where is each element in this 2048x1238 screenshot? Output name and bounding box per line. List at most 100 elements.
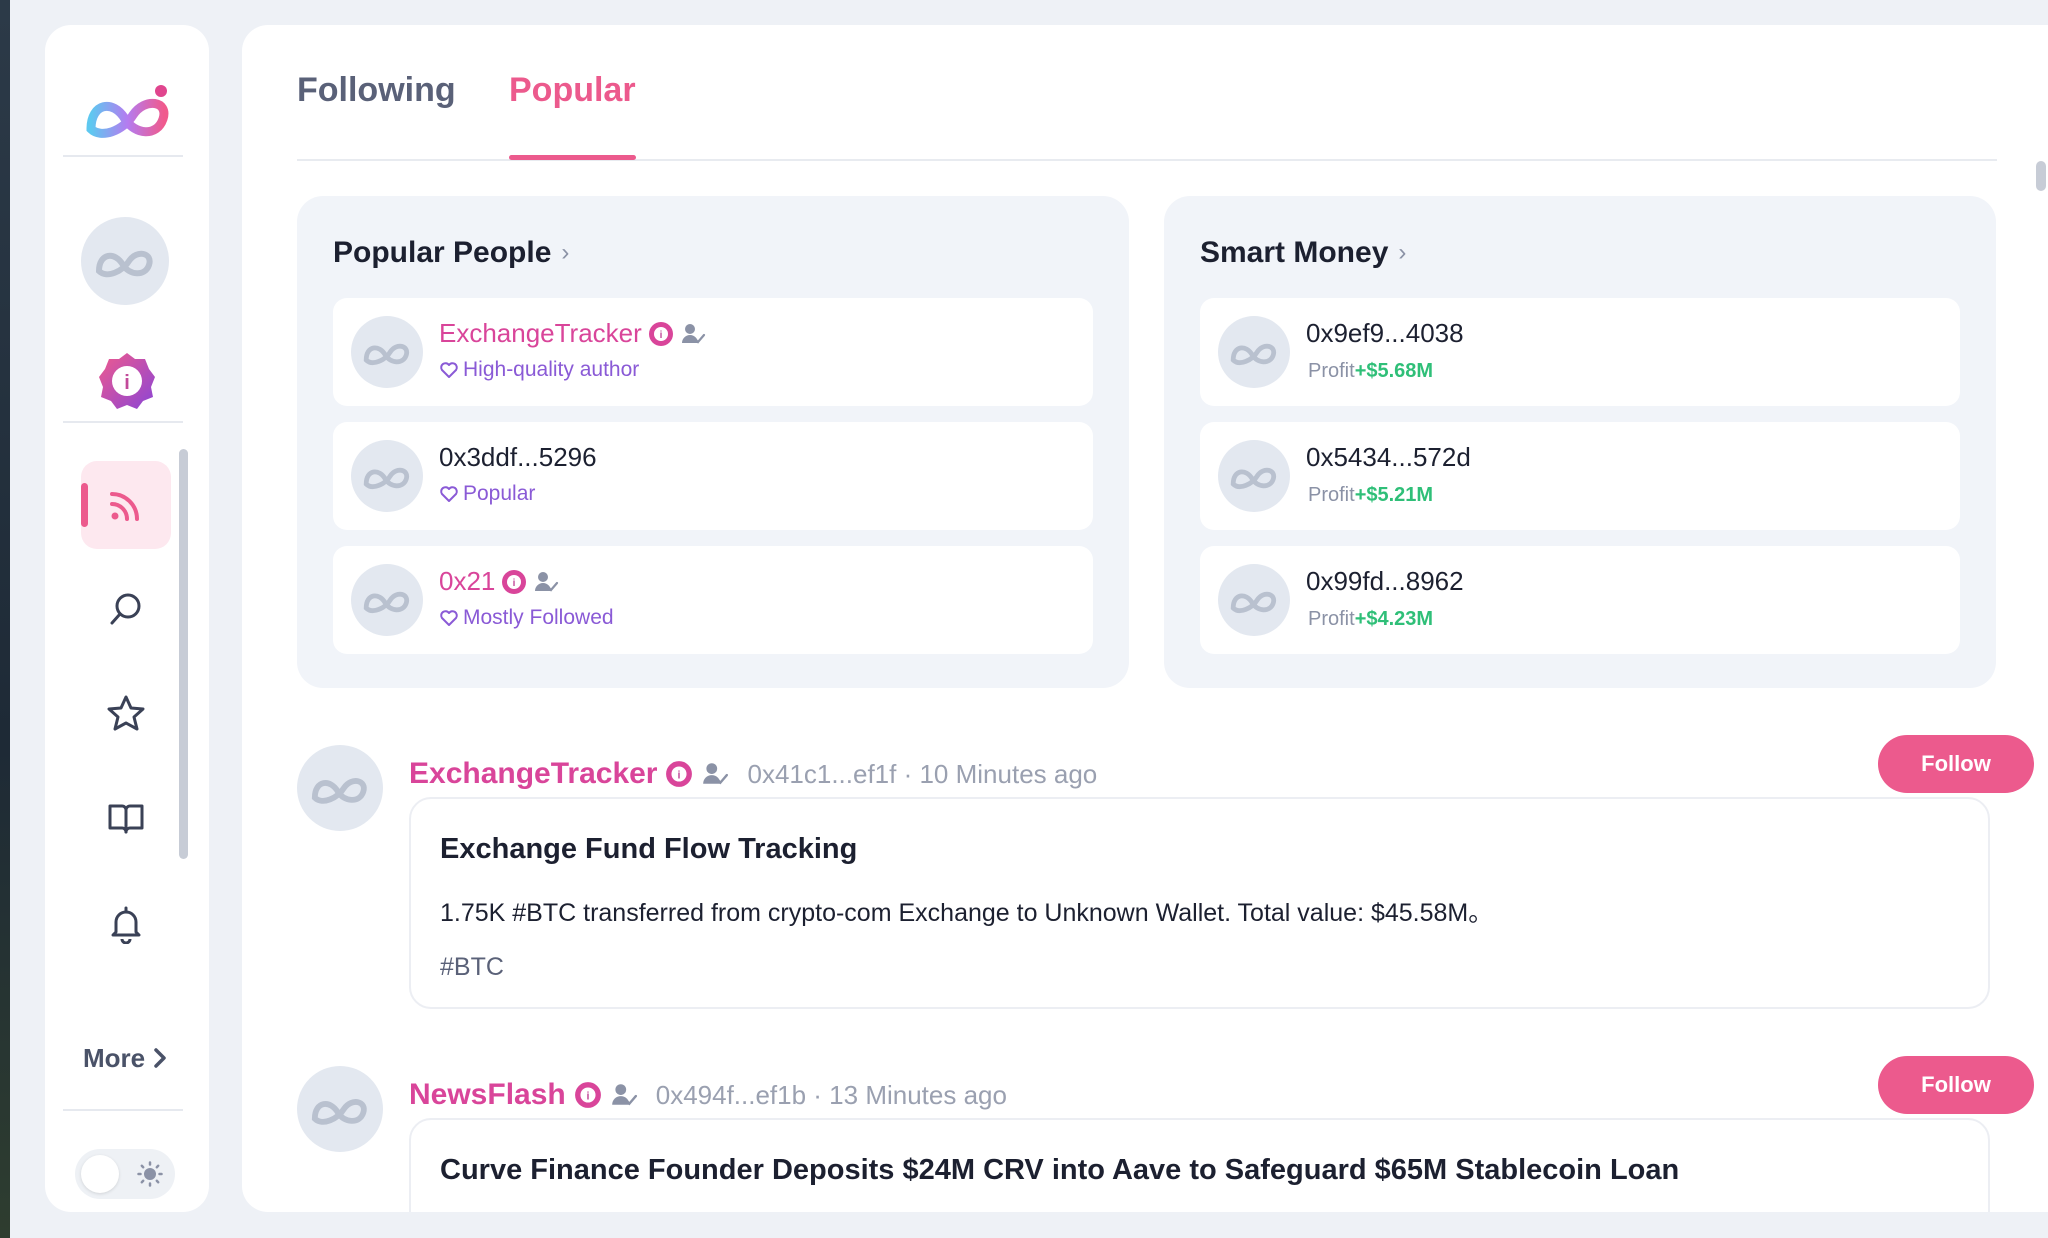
- star-icon: [107, 695, 145, 731]
- popular-person-row[interactable]: ExchangeTracker i High-quality author: [333, 298, 1093, 406]
- post-content[interactable]: Curve Finance Founder Deposits $24M CRV …: [409, 1118, 1990, 1212]
- person-tag-label: Mostly Followed: [463, 606, 614, 629]
- avatar-placeholder-icon: [1230, 467, 1277, 489]
- heart-icon: [440, 610, 458, 626]
- follow-button[interactable]: Follow: [1878, 1056, 2034, 1114]
- follow-button[interactable]: Follow: [1878, 735, 2034, 793]
- sidebar-divider: [63, 155, 183, 157]
- sidebar: i More: [45, 25, 209, 1212]
- theme-toggle[interactable]: [75, 1149, 175, 1199]
- profit-label: Profit: [1308, 484, 1355, 506]
- active-tab-indicator: [509, 155, 636, 160]
- smart-money-row[interactable]: 0x99fd...8962 Profit+$4.23M: [1200, 546, 1960, 654]
- svg-text:i: i: [124, 372, 130, 394]
- sidebar-divider: [63, 421, 183, 423]
- person-name[interactable]: ExchangeTracker: [439, 318, 642, 349]
- post-tag[interactable]: #BTC: [440, 953, 504, 982]
- avatar-placeholder-icon: [311, 778, 367, 804]
- smart-money-title: Smart Money: [1200, 236, 1389, 269]
- avatar-placeholder-icon: [95, 250, 153, 278]
- avatar: [351, 564, 423, 636]
- toggle-knob: [81, 1155, 119, 1193]
- person-name-row: 0x21 i: [439, 566, 559, 597]
- post-meta: 0x41c1...ef1f · 10 Minutes ago: [747, 758, 1098, 789]
- avatar[interactable]: [297, 1066, 383, 1152]
- avatar: [1218, 440, 1290, 512]
- bell-icon: [111, 906, 141, 944]
- profit-value: +$5.21M: [1354, 484, 1434, 506]
- app-logo-icon[interactable]: [83, 79, 175, 145]
- avatar-placeholder-icon: [363, 591, 410, 613]
- avatar-placeholder-icon: [363, 467, 410, 489]
- user-check-icon: [703, 763, 729, 785]
- user-avatar[interactable]: [81, 217, 169, 305]
- post-author[interactable]: NewsFlash: [409, 1078, 566, 1112]
- sidebar-scrollbar[interactable]: [179, 449, 188, 859]
- smart-money-card: Smart Money › 0x9ef9...4038 Profit+$5.68…: [1164, 196, 1996, 688]
- avatar-placeholder-icon: [311, 1099, 367, 1125]
- svg-text:i: i: [513, 578, 516, 589]
- post-author[interactable]: ExchangeTracker: [409, 757, 657, 791]
- more-menu-button[interactable]: More: [83, 1043, 183, 1073]
- profit-label: Profit: [1308, 608, 1355, 630]
- avatar: [1218, 316, 1290, 388]
- popular-person-row[interactable]: 0x3ddf...5296 Popular: [333, 422, 1093, 530]
- post-title: Curve Finance Founder Deposits $24M CRV …: [440, 1154, 1680, 1186]
- heart-icon: [440, 486, 458, 502]
- avatar-placeholder-icon: [363, 343, 410, 365]
- main-panel: Following Popular Popular People › Excha…: [242, 25, 2048, 1212]
- wallet-address[interactable]: 0x5434...572d: [1306, 442, 1471, 473]
- svg-text:i: i: [586, 1090, 589, 1102]
- person-name-row: ExchangeTracker i: [439, 318, 706, 349]
- post-header: ExchangeTracker i 0x41c1...ef1f · 10 Min…: [409, 757, 1097, 791]
- verified-badge-icon: i: [502, 569, 527, 594]
- tab-following[interactable]: Following: [297, 71, 456, 110]
- post-content[interactable]: Exchange Fund Flow Tracking 1.75K #BTC t…: [409, 797, 1990, 1009]
- popular-people-header[interactable]: Popular People ›: [333, 236, 569, 270]
- user-check-icon: [535, 571, 559, 592]
- avatar[interactable]: [297, 745, 383, 831]
- post-header: NewsFlash i 0x494f...ef1b · 13 Minutes a…: [409, 1078, 1007, 1112]
- popular-person-row[interactable]: 0x21 i Mostly Followed: [333, 546, 1093, 654]
- avatar-placeholder-icon: [1230, 343, 1277, 365]
- svg-text:i: i: [659, 330, 662, 341]
- profit-value: +$4.23M: [1354, 608, 1434, 630]
- wallet-profit: Profit+$5.68M: [1308, 360, 1433, 383]
- user-check-icon: [611, 1084, 637, 1106]
- user-check-icon: [681, 323, 705, 344]
- smart-money-row[interactable]: 0x9ef9...4038 Profit+$5.68M: [1200, 298, 1960, 406]
- rss-icon: [110, 492, 139, 521]
- nav-item-notifications[interactable]: [81, 880, 171, 968]
- verified-badge-icon: i: [648, 321, 673, 346]
- avatar-placeholder-icon: [1230, 591, 1277, 613]
- wallet-address[interactable]: 0x9ef9...4038: [1306, 318, 1464, 349]
- verified-badge-icon: i: [666, 761, 693, 787]
- nav-item-feed[interactable]: [81, 461, 171, 549]
- smart-money-header[interactable]: Smart Money ›: [1200, 236, 1406, 270]
- nav-item-favorites[interactable]: [81, 669, 171, 757]
- more-label: More: [83, 1042, 146, 1073]
- chevron-right-icon: ›: [1398, 239, 1407, 266]
- feed-tabs: Following Popular: [297, 25, 1997, 161]
- post-meta: 0x494f...ef1b · 13 Minutes ago: [655, 1079, 1007, 1110]
- wallet-address[interactable]: 0x99fd...8962: [1306, 566, 1464, 597]
- search-icon: [110, 593, 141, 625]
- smart-money-row[interactable]: 0x5434...572d Profit+$5.21M: [1200, 422, 1960, 530]
- nav-item-guide[interactable]: [81, 774, 171, 862]
- person-name[interactable]: 0x21: [439, 566, 495, 597]
- tab-popular[interactable]: Popular: [509, 71, 636, 110]
- chevron-right-icon: [154, 1048, 166, 1068]
- nav-item-search[interactable]: [81, 565, 171, 653]
- avatar: [351, 316, 423, 388]
- avatar: [351, 440, 423, 512]
- sun-icon: [137, 1161, 163, 1187]
- verified-badge-icon[interactable]: i: [97, 351, 157, 411]
- person-tag-label: High-quality author: [463, 358, 640, 381]
- popular-people-title: Popular People: [333, 236, 552, 269]
- main-scrollbar[interactable]: [2036, 161, 2046, 191]
- verified-badge-icon: i: [574, 1082, 601, 1108]
- person-tag-label: Popular: [463, 482, 536, 505]
- person-name[interactable]: 0x3ddf...5296: [439, 442, 597, 473]
- chevron-right-icon: ›: [561, 239, 570, 266]
- person-tag: Popular: [439, 482, 535, 506]
